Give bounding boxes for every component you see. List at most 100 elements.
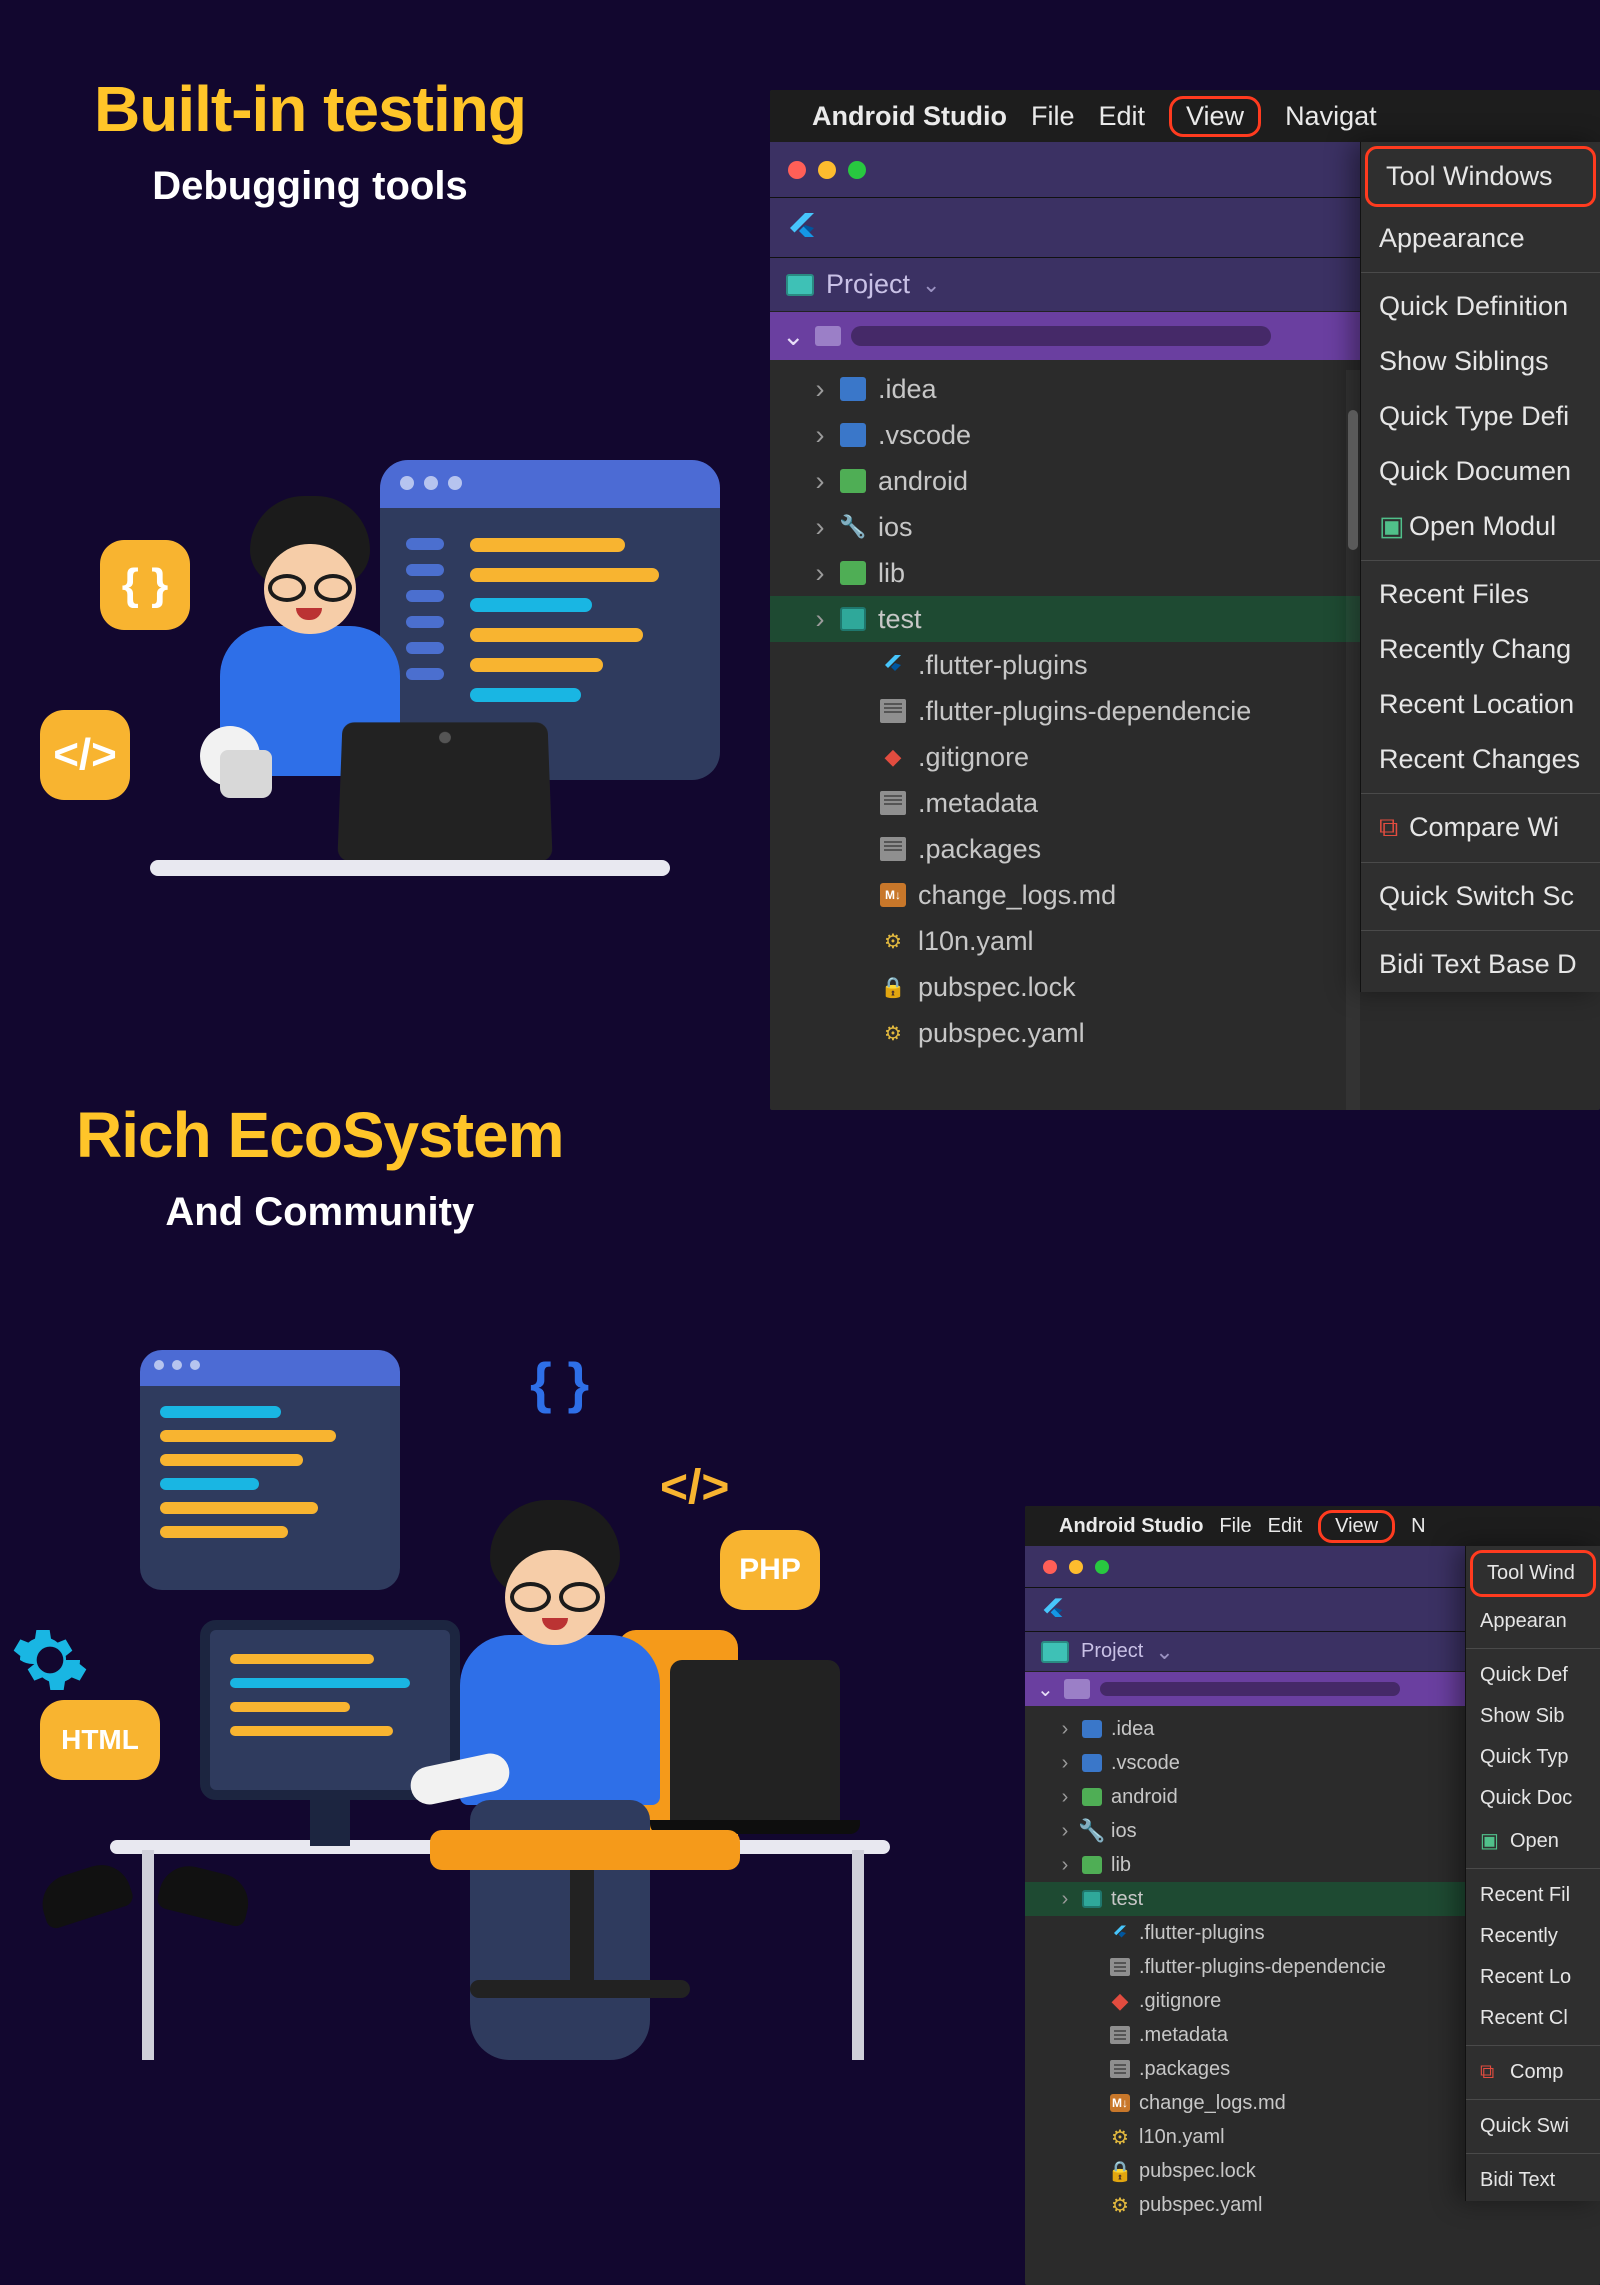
caret-right-icon[interactable]: › [1057, 1786, 1073, 1809]
html-chip: HTML [40, 1700, 160, 1780]
tree-row[interactable]: ›⚙pubspec.yaml [770, 1010, 1600, 1056]
menubar-item-edit[interactable]: Edit [1098, 101, 1145, 132]
menubar-item-n[interactable]: N [1411, 1515, 1425, 1538]
menu-item[interactable]: Recent Location [1361, 677, 1600, 732]
tree-item-label: ios [1111, 1820, 1137, 1843]
menu-item[interactable]: Quick Switch Sc [1361, 869, 1600, 924]
caret-right-icon[interactable]: › [1057, 1854, 1073, 1877]
menu-item-label: Quick Def [1480, 1664, 1568, 1686]
menu-item[interactable]: Recently Chang [1361, 622, 1600, 677]
caret-right-icon[interactable]: › [812, 604, 828, 635]
menu-item[interactable]: Bidi Text Base D [1361, 937, 1600, 992]
gear-icon [10, 1620, 90, 1700]
menu-separator [1466, 2099, 1600, 2100]
menu-item[interactable]: ▣Open Modul [1361, 499, 1600, 554]
chevron-down-icon[interactable]: ⌄ [922, 272, 940, 298]
caret-down-icon[interactable]: ⌄ [782, 321, 805, 352]
menu-item[interactable]: Show Sib [1466, 1696, 1600, 1737]
scrollbar[interactable] [1346, 370, 1360, 1110]
menu-item[interactable]: Quick Doc [1466, 1778, 1600, 1819]
menu-item[interactable]: Tool Wind [1470, 1550, 1596, 1597]
menu-item[interactable]: Quick Typ [1466, 1737, 1600, 1778]
minimize-icon[interactable] [1069, 1560, 1083, 1574]
tree-item-label: .gitignore [918, 742, 1029, 773]
menu-separator [1466, 1648, 1600, 1649]
tree-item-label: .flutter-plugins [918, 650, 1088, 681]
menu-item[interactable]: Quick Type Defi [1361, 389, 1600, 444]
illustration-developer-desk: { } </> HTML PHP [10, 1330, 910, 2230]
developer-figure [430, 1500, 690, 2020]
menu-item[interactable]: Quick Def [1466, 1655, 1600, 1696]
git-icon: ◆ [880, 745, 906, 769]
menu-item[interactable]: Appearan [1466, 1601, 1600, 1642]
menubar-item-navigate[interactable]: Navigat [1285, 101, 1377, 132]
close-icon[interactable] [1043, 1560, 1057, 1574]
menu-item[interactable]: Tool Windows [1365, 146, 1596, 207]
menu-item-label: Quick Type Defi [1379, 401, 1569, 431]
tree-item-label: .idea [1111, 1718, 1154, 1741]
menu-item[interactable]: Recent Lo [1466, 1957, 1600, 1998]
menu-item[interactable]: Recent Cl [1466, 1998, 1600, 2039]
menu-item[interactable]: Show Siblings [1361, 334, 1600, 389]
tree-item-label: .idea [878, 374, 937, 405]
menu-item-label: Recent Location [1379, 689, 1574, 719]
mug [220, 750, 272, 798]
traffic-lights[interactable] [1025, 1546, 1127, 1588]
menu-item[interactable]: Recent Files [1361, 567, 1600, 622]
menu-item-label: Quick Typ [1480, 1746, 1569, 1768]
menu-item[interactable]: Recently [1466, 1916, 1600, 1957]
maximize-icon[interactable] [848, 161, 866, 179]
menu-item-label: Tool Windows [1386, 161, 1553, 191]
menu-item-label: Tool Wind [1487, 1562, 1575, 1584]
menu-item-label: Appearan [1480, 1610, 1567, 1632]
menu-item-label: Recent Changes [1379, 744, 1580, 774]
caret-right-icon[interactable]: › [1057, 1752, 1073, 1775]
menubar-item-edit[interactable]: Edit [1268, 1515, 1302, 1538]
menu-item-label: Recent Cl [1480, 2007, 1568, 2029]
menubar-item-view[interactable]: View [1318, 1510, 1395, 1543]
caret-right-icon[interactable]: › [812, 420, 828, 451]
close-icon[interactable] [788, 161, 806, 179]
minimize-icon[interactable] [818, 161, 836, 179]
chevron-down-icon[interactable]: ⌄ [1155, 1639, 1173, 1665]
menu-item[interactable]: Appearance [1361, 211, 1600, 266]
menu-item[interactable]: Bidi Text [1466, 2160, 1600, 2201]
menu-item[interactable]: ⧉Comp [1466, 2052, 1600, 2093]
menu-separator [1466, 2045, 1600, 2046]
caret-right-icon[interactable]: › [1057, 1888, 1073, 1911]
flutter-logo-icon [784, 210, 820, 246]
caret-down-icon[interactable]: ⌄ [1037, 1677, 1054, 1702]
tree-item-label: android [878, 466, 968, 497]
mac-menubar: Android Studio File Edit View Navigat [770, 90, 1600, 142]
android-studio-screenshot-small: Android Studio File Edit View N Project … [1025, 1506, 1600, 2285]
menu-item[interactable]: Recent Changes [1361, 732, 1600, 787]
menu-item-label: Appearance [1379, 223, 1525, 253]
caret-right-icon[interactable]: › [812, 512, 828, 543]
caret-right-icon[interactable]: › [1057, 1820, 1073, 1843]
tree-item-label: .flutter-plugins-dependencie [918, 696, 1251, 727]
menu-item[interactable]: Quick Definition [1361, 279, 1600, 334]
code-lines [470, 538, 692, 702]
menu-item[interactable]: Quick Swi [1466, 2106, 1600, 2147]
maximize-icon[interactable] [1095, 1560, 1109, 1574]
yaml-icon: ⚙ [880, 929, 906, 953]
menu-item-label: Bidi Text Base D [1379, 949, 1577, 979]
menubar-item-view[interactable]: View [1169, 96, 1261, 137]
caret-right-icon[interactable]: › [1057, 1718, 1073, 1741]
menu-item-label: Open Modul [1409, 511, 1556, 541]
menu-item-label: Show Siblings [1379, 346, 1549, 376]
menubar-item-file[interactable]: File [1219, 1515, 1251, 1538]
caret-right-icon[interactable]: › [812, 466, 828, 497]
folder-icon [1082, 1720, 1102, 1738]
caret-right-icon[interactable]: › [812, 558, 828, 589]
menu-item[interactable]: ▣Open [1466, 1819, 1600, 1862]
menubar-item-file[interactable]: File [1031, 101, 1075, 132]
menu-separator [1466, 2153, 1600, 2154]
tree-item-label: .metadata [1139, 2024, 1228, 2047]
caret-right-icon[interactable]: › [812, 374, 828, 405]
menu-item[interactable]: Recent Fil [1466, 1875, 1600, 1916]
menu-item[interactable]: Quick Documen [1361, 444, 1600, 499]
menu-item[interactable]: ⧉Compare Wi [1361, 800, 1600, 856]
tree-item-label: change_logs.md [1139, 2092, 1286, 2115]
traffic-lights[interactable] [770, 147, 884, 193]
